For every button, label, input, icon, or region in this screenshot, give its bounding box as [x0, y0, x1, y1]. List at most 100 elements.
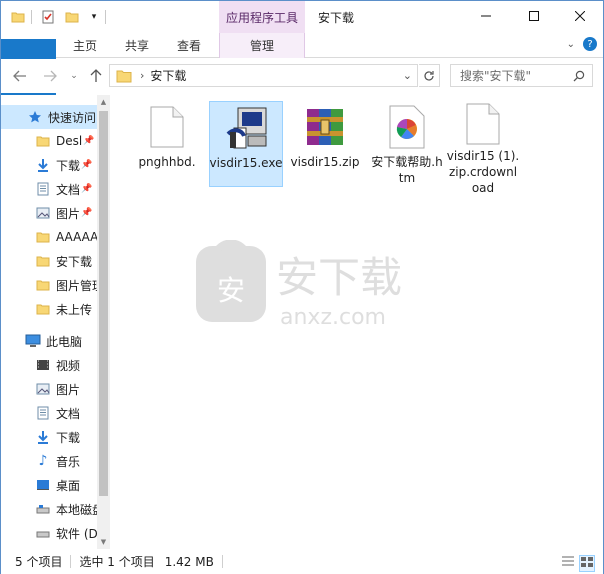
- toolbar-divider: [31, 10, 32, 24]
- tab-manage[interactable]: 管理: [219, 33, 305, 58]
- sidebar-item-image-management[interactable]: 图片管理: [1, 273, 97, 297]
- minimize-button[interactable]: [463, 1, 509, 31]
- computer-icon: [25, 333, 41, 349]
- file-item[interactable]: 安下载帮助.htm: [370, 101, 444, 187]
- svg-text:安: 安: [217, 274, 245, 307]
- drive-icon: [35, 501, 51, 517]
- tab-share[interactable]: 共享: [115, 33, 159, 58]
- file-list: 安 安下载 anxz.com pnghhbd. visdir15.exe vis…: [112, 95, 603, 549]
- context-tab-group-label: 应用程序工具: [219, 1, 305, 33]
- title-bar: ▾ 应用程序工具 安下载: [1, 1, 603, 33]
- download-icon: [35, 429, 51, 445]
- video-icon: [35, 357, 51, 373]
- breadcrumb-chevron-icon[interactable]: ›: [140, 69, 144, 82]
- file-name: pnghhbd.: [138, 155, 196, 169]
- folder-icon[interactable]: [9, 8, 27, 26]
- file-item-selected[interactable]: visdir15.exe: [209, 101, 283, 187]
- address-dropdown-icon[interactable]: ⌄: [403, 69, 412, 82]
- folder-icon: [35, 133, 51, 149]
- file-name: visdir15.exe: [209, 156, 283, 170]
- drive-icon: [35, 525, 51, 541]
- file-item[interactable]: visdir15.zip: [288, 101, 362, 187]
- recent-locations-button[interactable]: ⌄: [65, 67, 83, 85]
- sidebar-item-videos[interactable]: 视频: [1, 353, 97, 377]
- sidebar-item-software-drive[interactable]: 软件 (D: [1, 521, 97, 545]
- watermark-logo: 安 安下载 anxz.com: [196, 240, 402, 330]
- sidebar-item-downloads-pinned[interactable]: 下载 📌: [1, 153, 97, 177]
- sidebar-item-label: 图片: [56, 206, 81, 221]
- new-folder-icon[interactable]: [63, 8, 81, 26]
- star-icon: [27, 109, 43, 125]
- sidebar-item-label: 下载: [56, 430, 81, 445]
- sidebar-item-label: 此电脑: [46, 334, 83, 349]
- sidebar-item-anxiazai[interactable]: 安下载: [1, 249, 97, 273]
- sidebar-item-quick-access[interactable]: 快速访问: [1, 105, 97, 129]
- address-bar[interactable]: › 安下载 ⌄: [109, 64, 418, 87]
- navigation-bar: ⌄ › 安下载 ⌄ 搜索"安下载": [1, 59, 603, 93]
- pin-icon: 📌: [81, 184, 93, 194]
- expand-ribbon-icon[interactable]: ⌄: [567, 39, 575, 50]
- status-divider: [70, 555, 72, 568]
- item-count: 5 个项目: [15, 555, 63, 569]
- details-view-icon[interactable]: [561, 555, 575, 572]
- watermark-text-en: anxz.com: [280, 305, 386, 330]
- forward-button[interactable]: [41, 67, 59, 85]
- sidebar-item-label: AAAAA: [56, 230, 97, 244]
- sidebar-item-label: 图片管理: [56, 278, 97, 293]
- sidebar-item-label: 本地磁盘: [56, 502, 97, 517]
- breadcrumb[interactable]: 安下载: [150, 67, 186, 84]
- search-input[interactable]: 搜索"安下载": [450, 64, 593, 87]
- sidebar-item-desktop-pinned[interactable]: Desl 📌: [1, 129, 97, 153]
- folder-icon: [35, 301, 51, 317]
- file-name: visdir15 (1).zip.crdownload: [446, 149, 520, 195]
- maximize-button[interactable]: [511, 1, 557, 31]
- sidebar-item-local-disk[interactable]: 本地磁盘: [1, 497, 97, 521]
- tab-home[interactable]: 主页: [63, 33, 107, 58]
- sidebar-item-pictures[interactable]: 图片: [1, 377, 97, 401]
- back-button[interactable]: [11, 67, 29, 85]
- close-button[interactable]: [557, 1, 603, 31]
- sidebar-item-label: 桌面: [56, 478, 81, 493]
- scroll-up-icon[interactable]: ▲: [97, 95, 110, 109]
- tab-view[interactable]: 查看: [167, 33, 211, 58]
- sidebar-item-label: 文档: [56, 406, 81, 421]
- selection-size: 1.42 MB: [164, 554, 214, 569]
- status-divider: [221, 555, 223, 568]
- scroll-down-icon[interactable]: ▼: [97, 535, 110, 549]
- download-icon: [35, 157, 51, 173]
- properties-icon[interactable]: [39, 8, 57, 26]
- explorer-window: ▾ 应用程序工具 安下载 文件 主页 共享 查看 管理 ⌄ ? ⌄: [0, 0, 604, 574]
- sidebar-item-label: 未上传: [56, 302, 93, 317]
- customize-toolbar-icon[interactable]: ▾: [85, 8, 103, 26]
- watermark-text-cn: 安下载: [276, 253, 402, 302]
- up-button[interactable]: [87, 67, 105, 85]
- sidebar-item-not-uploaded[interactable]: 未上传: [1, 297, 97, 321]
- pin-icon: 📌: [81, 160, 93, 170]
- scrollbar-thumb[interactable]: [99, 111, 108, 496]
- sidebar-scrollbar[interactable]: ▲ ▼: [97, 95, 110, 549]
- folder-icon: [35, 277, 51, 293]
- sidebar-item-pictures-pinned[interactable]: 图片 📌: [1, 201, 97, 225]
- sidebar-item-this-pc[interactable]: 此电脑: [1, 329, 97, 353]
- document-icon: [35, 405, 51, 421]
- sidebar-item-downloads[interactable]: 下载: [1, 425, 97, 449]
- sidebar-item-label: 文档: [56, 182, 81, 197]
- sidebar-item-documents[interactable]: 文档: [1, 401, 97, 425]
- sidebar-item-documents-pinned[interactable]: 文档 📌: [1, 177, 97, 201]
- sidebar-item-label: 视频: [56, 358, 81, 373]
- refresh-button[interactable]: [419, 64, 440, 87]
- file-name: visdir15.zip: [290, 155, 360, 169]
- search-icon: [573, 70, 585, 82]
- sidebar-item-aaaaa[interactable]: AAAAA: [1, 225, 97, 249]
- folder-icon: [35, 229, 51, 245]
- blank-file-icon: [143, 103, 191, 151]
- pin-icon: 📌: [83, 136, 95, 146]
- sidebar-item-label: Desl: [56, 134, 83, 148]
- sidebar-item-music[interactable]: ♪ 音乐: [1, 449, 97, 473]
- file-item[interactable]: pnghhbd.: [130, 101, 204, 187]
- help-icon[interactable]: ?: [583, 37, 597, 51]
- large-icons-view-icon[interactable]: [579, 555, 595, 572]
- sidebar-item-desktop[interactable]: 桌面: [1, 473, 97, 497]
- file-item[interactable]: visdir15 (1).zip.crdownload: [446, 101, 520, 195]
- sidebar-item-label: 快速访问: [48, 110, 97, 125]
